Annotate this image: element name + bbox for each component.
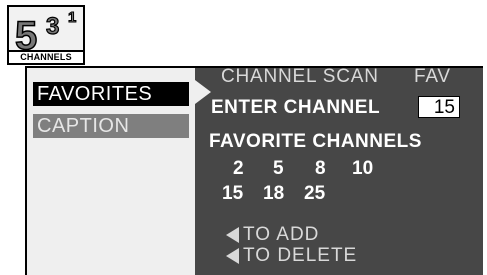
selection-pointer-icon — [195, 80, 211, 104]
favorite-channel[interactable]: 25 — [304, 183, 325, 205]
fav-label[interactable]: FAV — [414, 66, 451, 88]
favorite-channels-title: FAVORITE CHANNELS — [209, 131, 422, 152]
channel-scan-label[interactable]: CHANNEL SCAN — [221, 66, 379, 88]
hint-delete: TO DELETE — [243, 245, 358, 266]
sidebar-menu: FAVORITES CAPTION — [27, 68, 195, 275]
favorite-channel[interactable]: 15 — [222, 183, 243, 205]
left-arrow-icon — [226, 227, 239, 243]
favorite-channel[interactable]: 2 — [233, 158, 244, 180]
menu-item-favorites[interactable]: FAVORITES — [33, 82, 189, 106]
logo-label: CHANNELS — [9, 50, 83, 63]
left-arrow-icon — [226, 248, 239, 264]
favorite-channel[interactable]: 18 — [263, 183, 284, 205]
favorite-channel[interactable]: 5 — [273, 158, 284, 180]
enter-channel-label: ENTER CHANNEL — [211, 97, 381, 118]
enter-channel-input[interactable]: 15 — [418, 96, 460, 118]
logo-digit-mid: 3 — [46, 13, 59, 40]
logo-digit-small: 1 — [68, 9, 76, 26]
favorite-channel[interactable]: 8 — [315, 158, 326, 180]
channels-logo: 5 3 1 CHANNELS — [7, 5, 85, 65]
channels-logo-icon: 5 3 1 — [14, 9, 77, 54]
favorite-channel[interactable]: 10 — [352, 158, 373, 180]
hint-add: TO ADD — [243, 224, 320, 245]
menu-item-caption[interactable]: CAPTION — [33, 114, 189, 138]
logo-digit-main: 5 — [15, 14, 37, 53]
